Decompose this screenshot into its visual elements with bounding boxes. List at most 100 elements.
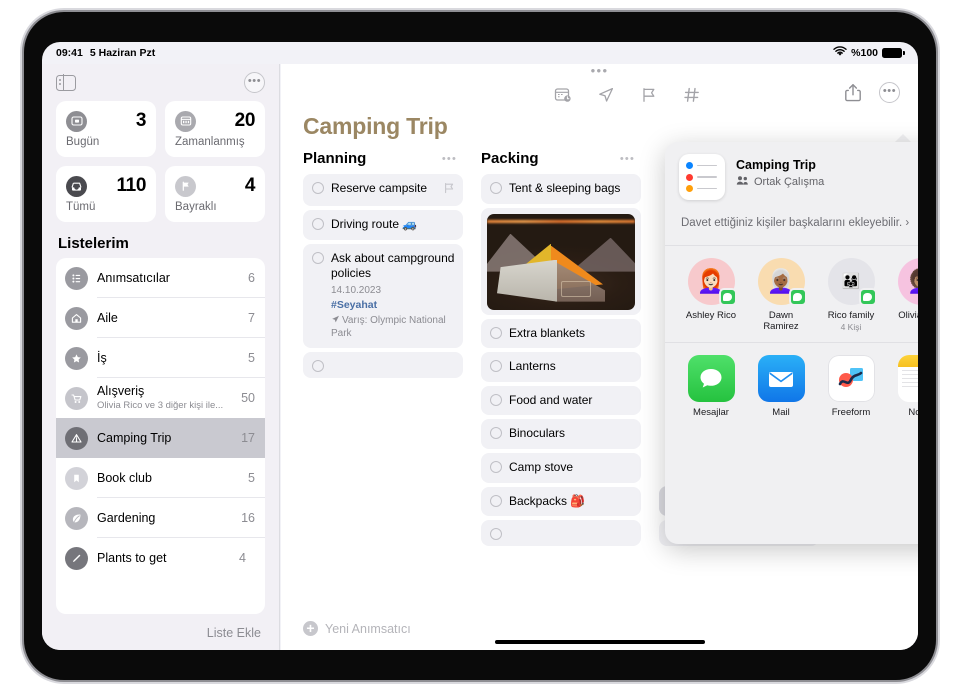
task-row[interactable]: Tent & sleeping bags: [481, 174, 641, 204]
share-app-label: Mail: [772, 407, 790, 419]
task-checkbox[interactable]: [490, 326, 502, 339]
status-time: 09:41: [56, 47, 83, 59]
add-tag-icon[interactable]: [683, 86, 701, 104]
sidebar-item-label: Plants to get: [97, 550, 167, 565]
task-row[interactable]: Lanterns: [481, 352, 641, 382]
contact-name: Olivia Rico: [898, 309, 918, 321]
task-checkbox[interactable]: [490, 427, 502, 440]
share-subtitle-text: Ortak Çalışma: [754, 176, 825, 188]
sidebar-item-work[interactable]: İş 5: [56, 338, 265, 378]
today-label: Bugün: [66, 136, 100, 148]
share-app-mail[interactable]: Mail: [753, 355, 809, 418]
task-checkbox[interactable]: [490, 528, 502, 541]
sidebar-item-reminders[interactable]: Anımsatıcılar 6: [56, 258, 265, 298]
scheduled-count: 20: [234, 110, 256, 131]
apps-row[interactable]: Mesajlar Mail Freeform No: [665, 343, 918, 428]
task-row-photo[interactable]: [481, 207, 641, 315]
task-row[interactable]: Camp stove: [481, 452, 641, 483]
smart-list-today[interactable]: 3 Bugün: [56, 101, 156, 157]
sidebar-toggle-icon[interactable]: [56, 73, 76, 92]
sidebar-item-plants-to-get[interactable]: Plants to get 4: [56, 538, 265, 578]
task-title: Binoculars: [509, 426, 566, 441]
sidebar-item-label: Book club: [97, 470, 152, 485]
task-checkbox[interactable]: [312, 182, 324, 194]
task-checkbox[interactable]: [490, 393, 502, 406]
contact-item[interactable]: 👨‍👩‍👧 Rico family 4 Kişi: [823, 257, 879, 333]
task-row-empty[interactable]: [481, 520, 641, 547]
messages-badge-icon: [858, 287, 877, 306]
task-row-empty[interactable]: [303, 351, 463, 378]
add-list-button[interactable]: Liste Ekle: [207, 626, 261, 640]
star-icon: [65, 346, 88, 370]
battery-percent: %100: [851, 47, 878, 59]
sidebar-item-camping-trip[interactable]: Camping Trip 17: [56, 418, 265, 458]
share-app-messages[interactable]: Mesajlar: [683, 355, 739, 418]
sidebar-item-label: İş: [97, 350, 107, 365]
share-permission-note[interactable]: Davet ettiğiniz kişiler başkalarını ekle…: [665, 200, 918, 246]
sidebar-item-shopping[interactable]: Alışveriş Olivia Rico ve 3 diğer kişi il…: [56, 378, 265, 418]
contact-item[interactable]: 👩🏻‍🦰 Ashley Rico: [683, 257, 739, 333]
sidebar-item-count: 6: [248, 271, 255, 285]
messages-badge-icon: [788, 287, 807, 306]
pencil-icon: [65, 546, 88, 570]
task-checkbox[interactable]: [312, 251, 324, 264]
task-tag[interactable]: #Seyahat: [331, 298, 455, 313]
contact-item[interactable]: 👩🏾‍🦳 Dawn Ramirez: [753, 257, 809, 333]
column-title: Planning: [303, 150, 367, 167]
ipad-device-frame: 09:41 5 Haziran Pzt %100 ••• 3 Bugün 20 …: [24, 12, 936, 680]
share-sheet-popover: Camping Trip Ortak Çalışma Davet ettiğin…: [665, 142, 918, 544]
task-checkbox[interactable]: [490, 494, 502, 507]
collaboration-people-icon: [736, 175, 749, 189]
task-checkbox[interactable]: [490, 360, 502, 373]
reminders-list-icon: [679, 154, 725, 200]
contact-sub: 4 Kişi: [840, 322, 862, 333]
page-title: Camping Trip: [303, 113, 448, 139]
task-checkbox[interactable]: [312, 218, 324, 230]
sidebar-footer: Liste Ekle: [42, 614, 279, 650]
task-title: Backpacks 🎒: [509, 493, 586, 508]
task-row[interactable]: Driving route 🚙: [303, 210, 463, 240]
task-checkbox[interactable]: [490, 460, 502, 473]
task-row[interactable]: Backpacks 🎒: [481, 486, 641, 517]
all-count: 110: [116, 175, 147, 196]
add-date-icon[interactable]: [554, 86, 572, 104]
messages-badge-icon: [718, 287, 737, 306]
share-title: Camping Trip: [736, 158, 816, 172]
contact-item[interactable]: 👩🏽‍🦱 Olivia Rico: [893, 257, 918, 333]
freeform-app-icon: [827, 355, 875, 403]
sidebar-item-gardening[interactable]: Gardening 16: [56, 498, 265, 538]
task-row[interactable]: Food and water: [481, 385, 641, 416]
bookmark-icon: [65, 466, 88, 490]
smart-list-scheduled[interactable]: 20 Zamanlanmış: [165, 101, 265, 157]
main-more-icon[interactable]: •••: [879, 82, 900, 103]
add-flag-icon[interactable]: [640, 86, 658, 104]
sidebar-item-book-club[interactable]: Book club 5: [56, 458, 265, 498]
task-row[interactable]: Binoculars: [481, 419, 641, 449]
ipad-screen: 09:41 5 Haziran Pzt %100 ••• 3 Bugün 20 …: [42, 42, 918, 650]
sidebar-more-icon[interactable]: •••: [244, 72, 265, 93]
smart-list-all[interactable]: 110 Tümü: [56, 166, 156, 222]
column-title: Packing: [481, 150, 539, 167]
battery-full-icon: [882, 48, 905, 58]
sidebar-item-count: 5: [248, 351, 255, 365]
task-title: Camp stove: [509, 459, 574, 474]
smart-list-grid: 3 Bugün 20 Zamanlanmış 110 Tümü 4 Bayrak…: [42, 99, 279, 222]
sidebar-item-count: 7: [248, 311, 255, 325]
task-row[interactable]: Extra blankets: [481, 318, 641, 349]
contacts-row[interactable]: 👩🏻‍🦰 Ashley Rico 👩🏾‍🦳 Dawn Ramirez 👨‍👩‍👧: [665, 246, 918, 344]
task-checkbox[interactable]: [490, 182, 502, 194]
task-checkbox[interactable]: [312, 359, 324, 372]
new-reminder-button[interactable]: + Yeni Anımsatıcı: [303, 621, 411, 636]
share-app-notes[interactable]: Notlar: [893, 355, 918, 418]
scheduled-label: Zamanlanmış: [175, 136, 245, 148]
sidebar-item-label: Camping Trip: [97, 430, 172, 445]
mail-app-icon: [757, 355, 805, 403]
task-row[interactable]: Reserve campsite: [303, 174, 463, 206]
task-row[interactable]: Ask about campground policies 14.10.2023…: [303, 243, 463, 348]
share-icon[interactable]: [844, 83, 862, 102]
all-inbox-icon: [66, 175, 87, 197]
smart-list-flagged[interactable]: 4 Bayraklı: [165, 166, 265, 222]
share-app-freeform[interactable]: Freeform: [823, 355, 879, 418]
sidebar-item-family[interactable]: Aile 7: [56, 298, 265, 338]
add-location-icon[interactable]: [597, 86, 615, 104]
